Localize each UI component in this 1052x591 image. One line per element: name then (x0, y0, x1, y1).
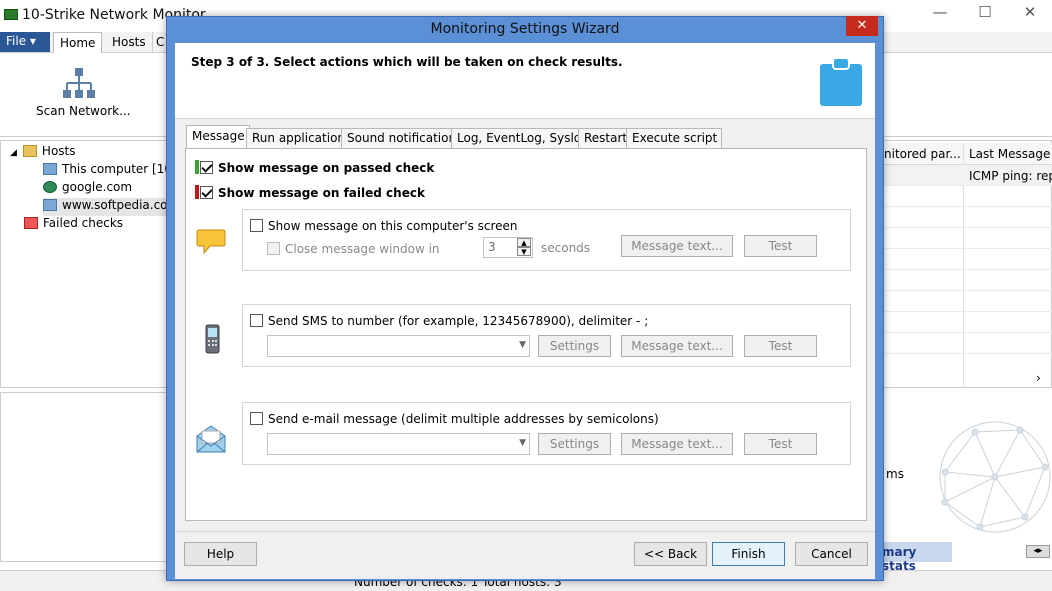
grid-header-last-message[interactable]: Last Message (969, 147, 1050, 161)
folder-icon (22, 145, 37, 157)
summary-text: ms (886, 467, 904, 481)
maximize-icon[interactable]: ☐ (970, 2, 1000, 24)
table-row (882, 333, 1052, 354)
tree-item-this-computer[interactable]: This computer [10.0 (43, 162, 183, 180)
chevron-down-icon: ▼ (519, 340, 526, 350)
sms-message-text-button[interactable]: Message text... (621, 335, 733, 357)
email-checkbox-row[interactable]: Send e-mail message (delimit multiple ad… (250, 412, 659, 426)
tab-home[interactable]: Home (53, 32, 103, 53)
failed-marker (195, 185, 199, 199)
table-row (882, 270, 1052, 291)
table-row (882, 312, 1052, 333)
lower-left-panel (0, 392, 168, 562)
scan-network-button[interactable]: Scan Network... (36, 104, 131, 118)
chevron-down-icon: ▼ (519, 438, 526, 448)
clipboard-icon (820, 58, 862, 106)
show-failed-checkbox[interactable] (200, 186, 213, 199)
tab-summary-stats[interactable]: mary stats (882, 542, 952, 573)
email-settings-button[interactable]: Settings (538, 433, 611, 455)
close-window-checkbox-row[interactable]: Close message window in (267, 242, 440, 256)
table-row (882, 249, 1052, 270)
sms-checkbox-row[interactable]: Send SMS to number (for example, 1234567… (250, 314, 648, 328)
network-icon (63, 68, 95, 98)
close-icon[interactable]: ✕ (1015, 2, 1045, 24)
show-failed-checkbox-row[interactable]: Show message on failed check (195, 185, 425, 200)
mobile-phone-icon (205, 324, 220, 354)
finish-button[interactable]: Finish (712, 542, 785, 566)
scroll-right-icon[interactable]: › (1036, 371, 1041, 385)
grid-header-monitored-param[interactable]: nitored par... (884, 147, 961, 161)
cancel-button[interactable]: Cancel (795, 542, 868, 566)
table-row (882, 291, 1052, 312)
email-envelope-icon (196, 425, 226, 453)
minimize-icon[interactable]: — (925, 2, 955, 24)
network-globe-graphic (939, 421, 1051, 533)
tree-item-hosts[interactable]: ◢ Hosts (10, 144, 76, 162)
show-passed-checkbox-row[interactable]: Show message on passed check (195, 160, 434, 175)
dialog-close-icon[interactable]: ✕ (846, 16, 878, 36)
email-message-text-button[interactable]: Message text... (621, 433, 733, 455)
table-row (882, 186, 1052, 207)
close-window-checkbox[interactable] (267, 242, 280, 255)
sms-checkbox[interactable] (250, 314, 263, 327)
sms-settings-button[interactable]: Settings (538, 335, 611, 357)
show-passed-checkbox[interactable] (200, 161, 213, 174)
computer-icon (43, 199, 57, 211)
tab-execute-script[interactable]: Execute script (626, 128, 723, 148)
tab-log-eventlog-syslog[interactable]: Log, EventLog, Syslog (451, 128, 594, 148)
tab-restart[interactable]: Restart (578, 128, 633, 148)
email-checkbox[interactable] (250, 412, 263, 425)
tab-message[interactable]: Message (186, 125, 250, 149)
sms-number-combo[interactable]: ▼ (267, 335, 530, 357)
back-button[interactable]: << Back (634, 542, 707, 566)
folder-red-icon (24, 217, 38, 229)
email-test-button[interactable]: Test (744, 433, 817, 455)
file-menu-tab[interactable]: File ▾ (0, 32, 50, 52)
sms-test-button[interactable]: Test (744, 335, 817, 357)
tree-item-google[interactable]: google.com (43, 180, 132, 198)
footer-divider (175, 531, 875, 532)
message-balloon-icon (196, 229, 226, 255)
tree-item-softpedia[interactable]: www.softpedia.com (43, 198, 179, 216)
help-button[interactable]: Help (184, 542, 257, 566)
app-logo-icon (4, 9, 18, 20)
screen-message-checkbox[interactable] (250, 219, 263, 232)
seconds-label: seconds (541, 241, 591, 255)
step-description: Step 3 of 3. Select actions which will b… (191, 55, 623, 69)
screen-message-checkbox-row[interactable]: Show message on this computer's screen (250, 219, 518, 233)
screen-test-button[interactable]: Test (744, 235, 817, 257)
passed-marker (195, 160, 199, 174)
table-row (882, 228, 1052, 249)
tab-scroll-icon[interactable]: ◂▸ (1026, 545, 1050, 558)
dialog-title: Monitoring Settings Wizard (430, 21, 620, 37)
screen-message-text-button[interactable]: Message text... (621, 235, 733, 257)
spinner-down-icon[interactable]: ▼ (517, 247, 531, 256)
email-address-combo[interactable]: ▼ (267, 433, 530, 455)
tab-hosts[interactable]: Hosts (106, 32, 153, 53)
table-row (882, 207, 1052, 228)
grid-cell-last-message: ICMP ping: repl (969, 169, 1052, 183)
globe-icon (43, 181, 57, 193)
spinner-up-icon[interactable]: ▲ (517, 238, 531, 247)
computer-icon (43, 163, 57, 175)
tab-sound-notification[interactable]: Sound notification (341, 128, 462, 148)
tree-item-failed-checks[interactable]: Failed checks (24, 216, 123, 234)
tab-run-application[interactable]: Run application (246, 128, 351, 148)
